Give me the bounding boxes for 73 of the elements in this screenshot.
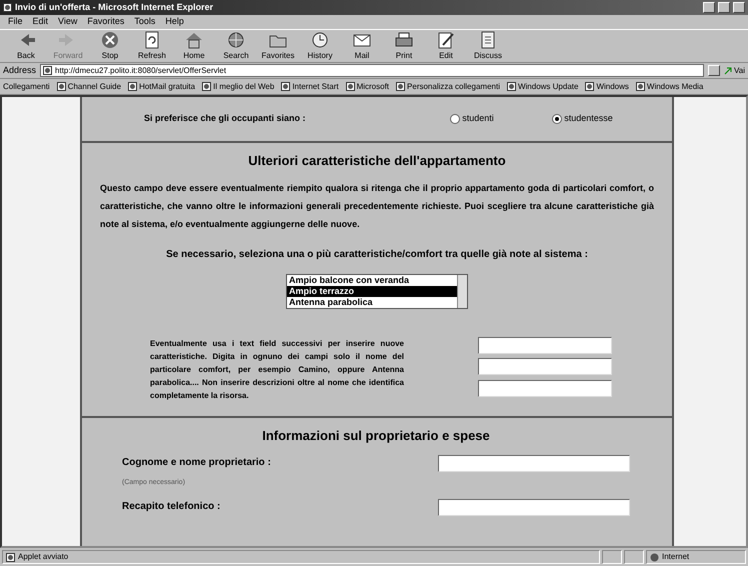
text-field[interactable] — [438, 498, 630, 516]
page-icon — [43, 66, 52, 75]
page-icon — [281, 82, 290, 91]
page-icon — [506, 82, 516, 91]
scrollbar[interactable] — [457, 274, 467, 308]
radio-option[interactable]: studenti — [450, 112, 552, 126]
text-field[interactable] — [478, 336, 612, 354]
toolbar-button[interactable]: Print — [384, 30, 424, 62]
list-option[interactable]: Ampio balcone con veranda — [287, 274, 457, 286]
status-text: Applet avviato — [18, 551, 68, 563]
toolbar-button[interactable]: Search — [216, 30, 256, 62]
text-field[interactable] — [478, 380, 612, 396]
link-button[interactable]: Windows Media — [636, 80, 704, 92]
menu-item[interactable]: View — [58, 15, 78, 29]
page-icon — [636, 82, 645, 91]
text-field[interactable] — [478, 358, 612, 375]
close-button[interactable] — [733, 2, 745, 13]
page-icon — [585, 82, 594, 91]
status-panel — [624, 550, 644, 564]
link-button[interactable]: Windows Update — [506, 80, 578, 92]
menu-item[interactable]: Tools — [134, 15, 156, 29]
link-button[interactable]: Channel Guide — [56, 80, 122, 92]
arrow-icon — [724, 66, 732, 74]
link-button[interactable]: HotMail gratuita — [128, 80, 196, 92]
window-title: Invio di un'offerta - Microsoft Internet Explorer — [15, 0, 214, 14]
menu-item[interactable]: Favorites — [87, 15, 124, 29]
page-icon — [346, 82, 355, 91]
text-field[interactable] — [438, 455, 630, 472]
link-button[interactable]: Il meglio del Web — [202, 80, 274, 92]
hint-paragraph: Eventualmente usa i text field successivi per inserire nuove caratteristiche. Digita in ognuno dei campi solo il nome del particolare comfort, per esempio Camino, oppure Antenna parabolica.... Non inserire descrizioni oltre al nome che identifica completamente la risorsa. — [150, 338, 404, 402]
features-listbox[interactable]: Ampio balcone con veranda Ampio terrazzo Antenna parabolica — [286, 274, 468, 308]
menu-item[interactable]: Help — [165, 15, 184, 29]
field-label: Recapito telefonico : — [122, 500, 220, 514]
section-heading: Informazioni sul proprietario e spese — [261, 426, 491, 445]
toolbar-button[interactable]: Stop — [90, 30, 130, 62]
list-option[interactable]: Antenna parabolica — [287, 296, 457, 308]
address-field[interactable]: http://dmecu27.polito.it:8080/servlet/OfferServlet — [40, 64, 704, 77]
select-label: Se necessario, seleziona una o più caratteristiche/comfort tra quelle già note al sistema : — [165, 248, 589, 262]
intro-paragraph: Questo campo deve essere eventualmente riempito qualora si ritenga che il proprio appartamento goda di particolari comfort, o caratteristiche, che vanno oltre le informazioni generali precedentemente richieste. Puoi scegliere tra alcune caratteristiche già note al sistema, e/o eventualmente aggiungerne delle nuove. — [100, 182, 654, 231]
link-button[interactable]: Internet Start — [281, 80, 339, 92]
go-button[interactable]: Vai — [724, 64, 745, 76]
field-label: Cognome e nome proprietario : — [122, 456, 271, 470]
toolbar-button[interactable]: Back — [6, 30, 46, 62]
menu-item[interactable]: Edit — [32, 15, 48, 29]
list-option[interactable]: Ampio terrazzo — [287, 286, 457, 296]
link-button[interactable]: Windows — [585, 80, 629, 92]
toolbar-button[interactable]: Refresh — [132, 30, 172, 62]
toolbar-button[interactable]: Discuss — [468, 30, 508, 62]
page-icon — [6, 552, 15, 562]
radio-option[interactable]: studentesse — [552, 112, 654, 126]
page-icon — [396, 82, 406, 91]
toolbar-button[interactable]: Home — [174, 30, 214, 62]
stop-icon — [99, 30, 121, 50]
maximize-button[interactable] — [718, 2, 730, 13]
status-panel — [602, 550, 622, 564]
page-icon — [128, 82, 138, 91]
page-icon — [202, 82, 212, 91]
toolbar-button[interactable]: Edit — [426, 30, 466, 62]
link-button[interactable]: Personalizza collegamenti — [396, 80, 500, 92]
toolbar-button[interactable]: History — [300, 30, 340, 62]
dropdown-button[interactable] — [708, 65, 720, 76]
toolbar-button[interactable]: Mail — [342, 30, 382, 62]
page-icon — [3, 3, 12, 12]
links-label: Collegamenti — [3, 80, 50, 92]
address-label: Address — [3, 64, 36, 77]
page-icon — [56, 82, 66, 91]
minimize-button[interactable] — [703, 2, 715, 13]
occupants-label: Si preferisce che gli occupanti siano : — [144, 112, 307, 126]
section-heading: Ulteriori caratteristiche dell'appartamento — [247, 152, 507, 170]
toolbar-button[interactable]: Favorites — [258, 30, 298, 62]
link-button[interactable]: Microsoft — [346, 80, 390, 92]
menu-item[interactable]: File — [8, 15, 23, 29]
zone-text: Internet — [662, 551, 690, 563]
